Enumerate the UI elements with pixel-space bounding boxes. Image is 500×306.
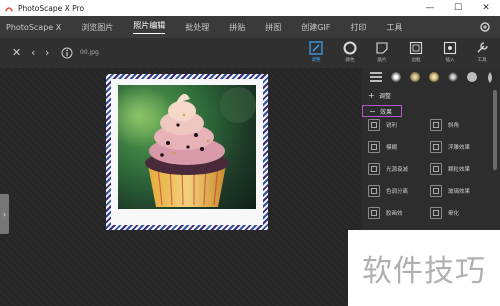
filter-label: 锐利 (386, 123, 398, 129)
settings-gear-icon[interactable] (478, 20, 492, 34)
file-name: 00.jpg (80, 49, 99, 56)
previous-icon[interactable]: ‹ (31, 46, 35, 59)
menu-combine[interactable]: 拼图 (265, 22, 281, 33)
menu-collage[interactable]: 拼贴 (229, 22, 245, 33)
minimize-button[interactable]: — (416, 0, 444, 16)
section-adjust[interactable]: + 调整 (362, 89, 492, 101)
filter-grain[interactable]: 颗粒效果 (430, 162, 492, 176)
tools-icon (477, 42, 488, 53)
filter-vignette[interactable]: 晕化 (430, 206, 492, 220)
filter-glass[interactable]: 玻璃效果 (430, 184, 492, 198)
preset-circle-icon[interactable] (391, 72, 401, 82)
maximize-button[interactable]: ☐ (444, 0, 472, 16)
close-button[interactable]: ✕ (472, 0, 500, 16)
tool-tools[interactable]: 工具 (470, 41, 494, 67)
tool-frame-label: 边框 (411, 58, 421, 63)
menu-gif[interactable]: 创建GIF (301, 22, 330, 33)
filter-label: 光源衰减 (386, 167, 409, 173)
drop-icon[interactable] (486, 71, 494, 83)
tool-color[interactable]: 颜色 (338, 41, 362, 67)
info-icon[interactable] (61, 47, 73, 59)
close-image-icon[interactable]: ✕ (12, 46, 21, 59)
menu-viewer[interactable]: 浏览图片 (81, 22, 113, 33)
tool-sticker[interactable]: 贴片 (370, 41, 394, 67)
filter-blur[interactable]: 模糊 (368, 140, 430, 154)
frame-icon (409, 41, 423, 55)
filter-posterize[interactable]: 色调分离 (368, 184, 430, 198)
contrast-icon[interactable] (467, 72, 477, 82)
tool-adjust-label: 调整 (311, 58, 321, 63)
filter-label: 浮雕效果 (448, 145, 471, 151)
preset-circle-icon[interactable] (448, 72, 458, 82)
tool-frame[interactable]: 边框 (404, 41, 428, 67)
preset-circle-icon[interactable] (410, 72, 420, 82)
next-icon[interactable]: › (45, 46, 49, 59)
section-effects[interactable]: − 效果 (362, 105, 402, 117)
section-effects-label: 效果 (380, 108, 393, 116)
app-logo-icon (5, 7, 13, 12)
tool-color-label: 颜色 (345, 58, 355, 63)
filter-label: 颗粒效果 (448, 167, 471, 173)
blur-icon (368, 141, 380, 153)
filter-label: 模糊 (386, 145, 398, 151)
editor-toolbar: ✕ ‹ › 00.jpg 调整 颜色 贴片 边框 插入 工具 (0, 38, 500, 68)
glass-icon (430, 185, 442, 197)
circle-icon (343, 41, 357, 55)
light-falloff-icon (368, 163, 380, 175)
bevel-icon (430, 119, 442, 131)
menu-print[interactable]: 打印 (350, 22, 366, 33)
tool-adjust[interactable]: 调整 (304, 41, 328, 67)
list-menu-icon[interactable] (370, 72, 382, 82)
cupcake-image (118, 85, 256, 209)
filter-film[interactable]: 胶画效 (368, 206, 430, 220)
tool-insert[interactable]: 插入 (438, 41, 462, 67)
tool-sticker-label: 贴片 (377, 58, 387, 63)
sharpen-icon (368, 119, 380, 131)
grain-icon (430, 163, 442, 175)
edit-icon (309, 41, 323, 55)
film-icon (368, 207, 380, 219)
quick-preset-row (362, 68, 500, 86)
filter-label: 斜角 (448, 123, 460, 129)
side-panel-toggle[interactable]: › (0, 194, 9, 234)
filter-label: 玻璃效果 (448, 189, 471, 195)
section-adjust-label: 调整 (379, 92, 392, 100)
menu-batch[interactable]: 批处理 (185, 22, 209, 33)
menu-photoscape[interactable]: PhotoScape X (6, 23, 61, 32)
posterize-icon (368, 185, 380, 197)
sticker-icon (376, 42, 388, 54)
vignette-icon (430, 207, 442, 219)
panel-scrollbar[interactable] (493, 90, 497, 170)
menu-editor[interactable]: 照片编辑 (133, 20, 166, 34)
emboss-icon (430, 141, 442, 153)
title-bar: PhotoScape X Pro — ☐ ✕ (0, 0, 500, 16)
framed-photo[interactable] (106, 74, 268, 230)
main-menu: PhotoScape X 浏览图片 照片编辑 批处理 拼贴 拼图 创建GIF 打… (0, 16, 500, 38)
watermark-text: 软件技巧 (362, 254, 486, 289)
window-title: PhotoScape X Pro (18, 3, 85, 13)
filter-light-falloff[interactable]: 光源衰减 (368, 162, 430, 176)
expand-icon: + (368, 90, 375, 100)
preset-circle-icon[interactable] (429, 72, 439, 82)
filter-sharpen[interactable]: 锐利 (368, 118, 430, 132)
filter-label: 色调分离 (386, 189, 409, 195)
cupcake-photo (118, 85, 256, 209)
filter-bevel[interactable]: 斜角 (430, 118, 492, 132)
filter-label: 胶画效 (386, 211, 403, 217)
insert-icon (443, 41, 457, 55)
menu-tools[interactable]: 工具 (386, 22, 402, 33)
filter-emboss[interactable]: 浮雕效果 (430, 140, 492, 154)
filter-label: 晕化 (448, 211, 460, 217)
tool-insert-label: 插入 (445, 58, 455, 63)
effects-grid: 锐利 斜角 模糊 浮雕效果 光源衰减 颗粒效果 色调分离 玻璃效果 胶画效 晕化 (368, 118, 492, 220)
collapse-icon: − (369, 106, 376, 116)
tool-tools-label: 工具 (477, 58, 487, 63)
watermark-overlay: 软件技巧 (348, 230, 500, 306)
